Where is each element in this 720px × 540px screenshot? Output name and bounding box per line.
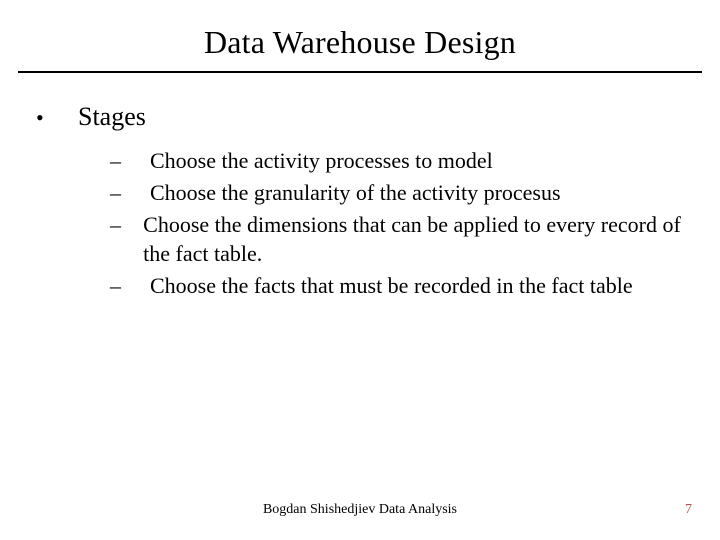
page-number: 7 xyxy=(685,502,692,518)
slide-footer: Bogdan Shishedjiev Data Analysis 7 xyxy=(0,502,720,518)
dash-icon: – xyxy=(110,146,150,176)
list-level1-row: • Stages xyxy=(28,101,692,132)
list-level1-text: Stages xyxy=(78,101,146,132)
slide: Data Warehouse Design • Stages – Choose … xyxy=(0,0,720,540)
dash-icon: – xyxy=(110,271,150,301)
list-item-text: Choose the dimensions that can be applie… xyxy=(143,210,692,269)
list-item: – Choose the granularity of the activity… xyxy=(110,178,692,208)
page-title: Data Warehouse Design xyxy=(0,24,720,61)
bullet-dot-icon: • xyxy=(28,105,78,131)
list-item-text: Choose the granularity of the activity p… xyxy=(150,178,561,208)
list-item: – Choose the activity processes to model xyxy=(110,146,692,176)
dash-icon: – xyxy=(110,178,150,208)
list-item-text: Choose the facts that must be recorded i… xyxy=(150,271,633,301)
list-item: – Choose the dimensions that can be appl… xyxy=(110,210,692,269)
footer-author-text: Bogdan Shishedjiev Data Analysis xyxy=(0,502,720,518)
title-wrap: Data Warehouse Design xyxy=(0,0,720,61)
dash-icon: – xyxy=(110,210,143,240)
list-level2: – Choose the activity processes to model… xyxy=(110,146,692,300)
list-item: – Choose the facts that must be recorded… xyxy=(110,271,692,301)
content-area: • Stages – Choose the activity processes… xyxy=(0,73,720,301)
list-item-text: Choose the activity processes to model xyxy=(150,146,493,176)
